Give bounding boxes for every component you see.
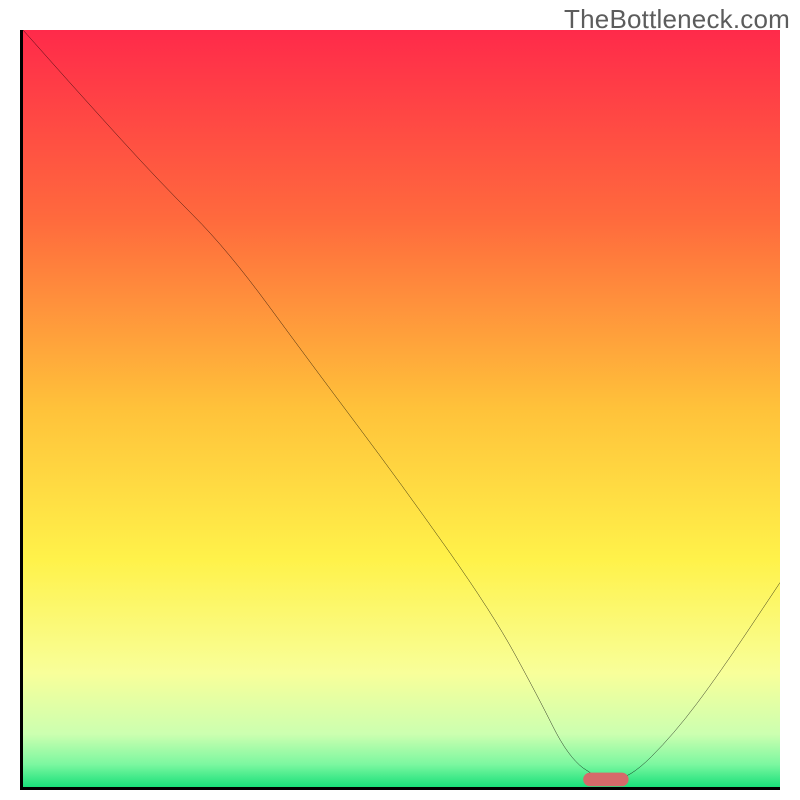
chart-frame [20, 30, 780, 790]
site-watermark: TheBottleneck.com [564, 4, 790, 35]
optimal-range-marker [583, 773, 628, 787]
chart-overlay [23, 30, 780, 787]
bottleneck-curve [23, 30, 780, 779]
